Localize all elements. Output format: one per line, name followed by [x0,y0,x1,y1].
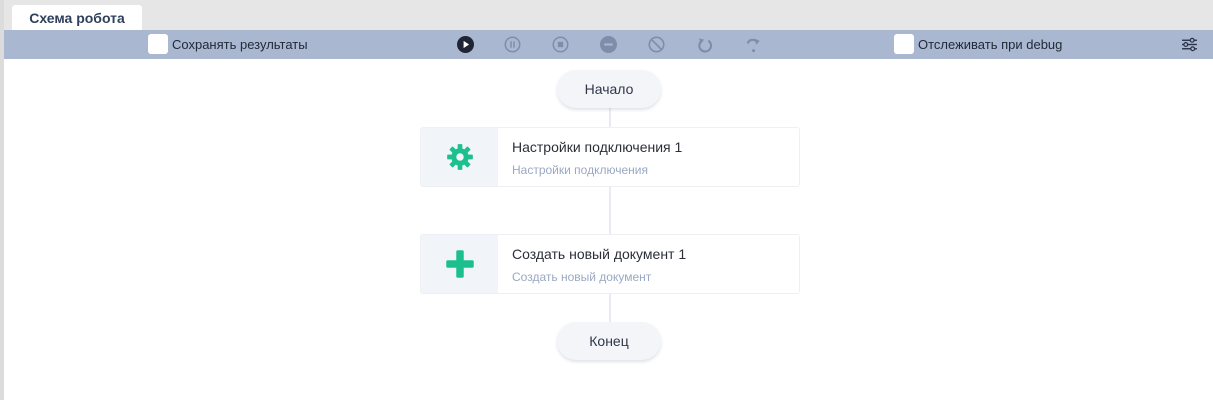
node-title: Создать новый документ 1 [512,246,687,262]
node-subtitle: Создать новый документ [512,270,652,284]
tab-bar: Схема робота [4,0,1213,30]
minus-icon[interactable] [600,36,617,53]
start-node[interactable]: Начало [557,70,661,108]
block-icon[interactable] [648,36,665,53]
app-window: Схема робота Сохранять результаты Отслеж… [0,0,1213,400]
plus-icon [445,250,474,278]
save-results-label: Сохранять результаты [172,37,308,52]
toolbar: Сохранять результаты Отслеживать при deb… [4,30,1213,59]
stop-icon[interactable] [552,36,569,53]
debug-trace-label: Отслеживать при debug [918,37,1063,52]
node-subtitle: Настройки подключения [512,163,648,177]
pause-icon[interactable] [504,36,521,53]
tab-robot-scheme[interactable]: Схема робота [12,5,142,30]
node-title: Настройки подключения 1 [512,139,683,155]
flow-canvas: Начало Настройки подключения 1 Настройки… [4,59,1213,400]
gear-icon [446,144,473,170]
end-node[interactable]: Конец [557,322,661,360]
node-icon-box [421,128,498,186]
connector-line [609,294,611,322]
save-results-checkbox[interactable] [148,34,168,54]
play-icon[interactable] [457,36,474,53]
undo-icon[interactable] [696,36,713,53]
flow-node-create-document[interactable]: Создать новый документ 1 Создать новый д… [420,234,800,294]
connector-line [609,187,611,234]
redo-icon[interactable] [744,36,761,53]
node-icon-box [421,235,498,293]
debug-trace-checkbox[interactable] [894,34,914,54]
flow-node-connection-settings[interactable]: Настройки подключения 1 Настройки подклю… [420,127,800,187]
settings-sliders-icon[interactable] [1181,36,1198,53]
connector-line [609,107,611,127]
